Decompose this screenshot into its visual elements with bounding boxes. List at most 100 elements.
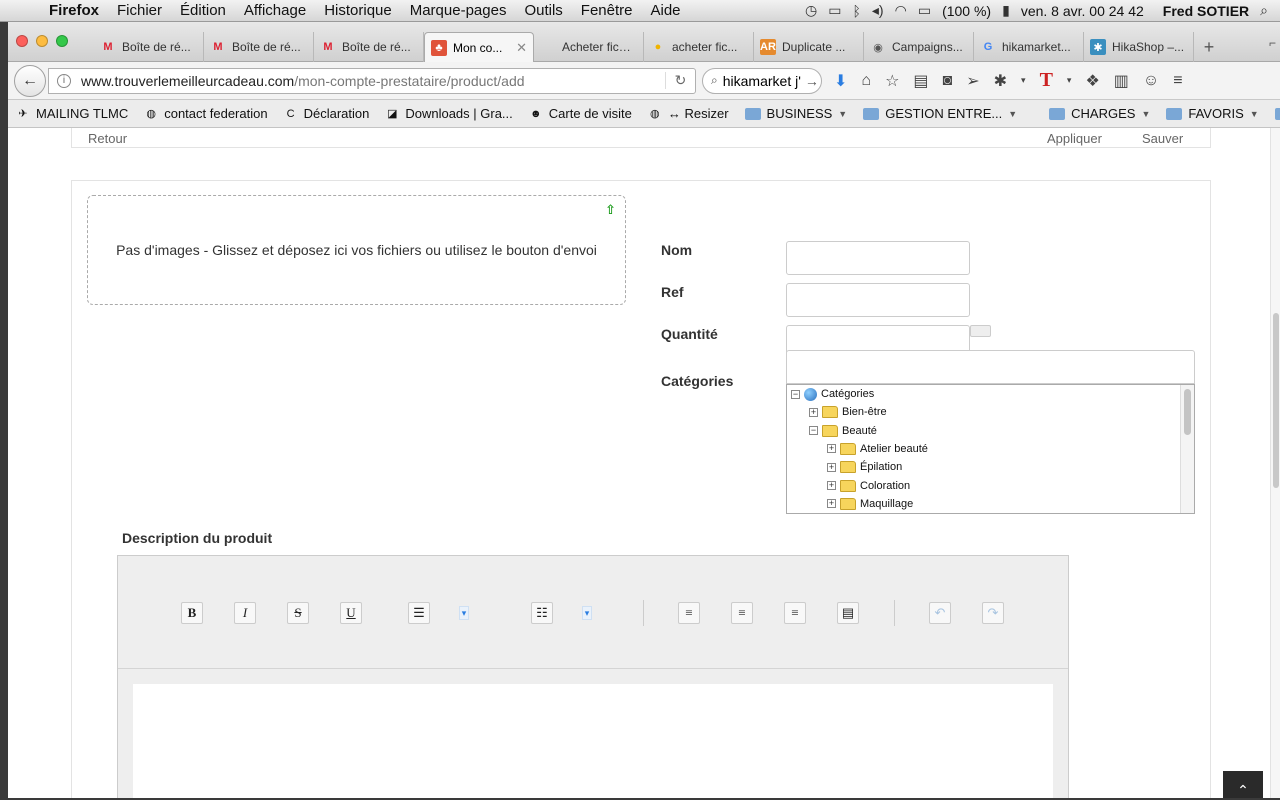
expand-icon[interactable]: + (809, 407, 818, 417)
redo-icon[interactable]: ↷ (982, 602, 1004, 624)
expand-icon[interactable]: + (827, 444, 836, 454)
tree-node[interactable]: + Coloration (827, 477, 910, 495)
collapse-icon[interactable]: − (809, 426, 818, 436)
apply-button[interactable]: Appliquer (1047, 131, 1102, 146)
download-icon[interactable]: ⬇ (834, 71, 847, 91)
browser-tab[interactable]: ♣ Mon co... ✕ (424, 32, 534, 62)
reload-icon[interactable]: ↻ (665, 72, 695, 89)
tree-node[interactable]: − Catégories (791, 385, 874, 403)
ordered-list-icon[interactable]: ☰ (408, 602, 430, 624)
bookmark-folder[interactable]: GESTION ENTRE... ▼ (855, 106, 1025, 121)
reader-icon[interactable]: ▤ (913, 71, 928, 91)
italic-button[interactable]: I (234, 602, 256, 624)
browser-tab[interactable]: Ghikamarket... (974, 32, 1084, 62)
search-bar[interactable]: ⌕ hikamarket j' → (702, 67, 822, 94)
tree-node[interactable]: + Maquillage (827, 495, 913, 513)
display-icon[interactable]: ▭ (828, 2, 841, 19)
browser-tab[interactable]: M Boîte de ré... (314, 32, 424, 62)
zoom-window-button[interactable] (56, 35, 68, 47)
back-button[interactable]: ← (14, 64, 46, 97)
browser-tab[interactable]: ◉ Campaigns... (864, 32, 974, 62)
menu-app-name[interactable]: Firefox (40, 2, 108, 19)
bookmark-folder[interactable]: EMAILS▼ (1267, 106, 1280, 121)
tree-scroll-thumb[interactable] (1184, 389, 1191, 435)
back-link[interactable]: Retour (88, 131, 127, 146)
align-left-icon[interactable]: ≡ (678, 602, 700, 624)
bookmark-item[interactable]: ☻ Carte de visite (521, 106, 640, 121)
menu-outils[interactable]: Outils (515, 2, 571, 19)
menu-fichier[interactable]: Fichier (108, 2, 171, 19)
browser-tab[interactable]: ✱ HikaShop –... (1084, 32, 1194, 62)
bullet-list-icon[interactable]: ☷ (531, 602, 553, 624)
battery-icon[interactable]: ▭ (918, 2, 931, 19)
flag-icon[interactable]: ▮ (1002, 2, 1010, 19)
tree-node[interactable]: − Beauté (809, 422, 877, 440)
tree-node[interactable]: + Atelier beauté (827, 440, 928, 458)
ordered-list-dropdown-icon[interactable]: ▾ (459, 606, 469, 620)
browser-tab[interactable]: ● acheter fic... (644, 32, 754, 62)
bookmark-star-icon[interactable]: ☆ (885, 71, 899, 91)
search-go-icon[interactable]: → (805, 73, 819, 89)
home-icon[interactable]: ⌂ (861, 72, 871, 90)
expand-icon[interactable]: + (827, 462, 836, 472)
bookmark-item[interactable]: ✈ MAILING TLMC (8, 106, 136, 121)
collapse-icon[interactable]: − (791, 389, 800, 399)
quantity-stepper[interactable] (970, 325, 991, 337)
menu-edition[interactable]: Édition (171, 2, 235, 19)
wifi-icon[interactable]: ◠ (895, 2, 907, 19)
expand-icon[interactable]: + (827, 481, 836, 490)
browser-tab[interactable]: AR Duplicate ... (754, 32, 864, 62)
bookmark-item[interactable]: ◍ contact federation (136, 106, 275, 121)
upload-icon[interactable]: ⇧ (605, 202, 619, 217)
bluetooth-icon[interactable]: ᛒ (853, 3, 861, 19)
categories-input[interactable] (786, 350, 1195, 384)
volume-icon[interactable]: ◂) (872, 2, 884, 19)
bullet-list-dropdown-icon[interactable]: ▾ (582, 606, 592, 620)
tree-node[interactable]: + Bien-être (809, 403, 887, 421)
bookmark-item[interactable]: ◪ Downloads | Gra... (377, 106, 520, 121)
browser-tab[interactable]: M Boîte de ré... (94, 32, 204, 62)
image-dropzone[interactable]: ⇧ Pas d'images - Glissez et déposez ici … (87, 195, 626, 305)
extension-dropdown-icon[interactable]: ▾ (1021, 75, 1026, 86)
url-bar[interactable]: i www.trouverlemeilleurcadeau.com /mon-c… (48, 67, 696, 94)
bookmark-item[interactable]: C Déclaration (276, 106, 378, 121)
align-right-icon[interactable]: ≡ (784, 602, 806, 624)
bookmark-item[interactable]: ◍ ↔ Resizer (640, 106, 737, 121)
close-tab-icon[interactable]: ✕ (516, 40, 527, 56)
site-info-icon[interactable]: i (57, 73, 71, 88)
spotlight-icon[interactable]: ⌕ (1260, 2, 1268, 19)
expand-icon[interactable]: + (827, 499, 836, 509)
user-name[interactable]: Fred SOTIER (1163, 3, 1249, 19)
editor-content-area[interactable] (133, 684, 1053, 798)
save-button[interactable]: Sauver (1142, 131, 1183, 146)
bookmark-folder[interactable]: BUSINESS ▼ (737, 106, 856, 121)
text-extension-icon[interactable]: T (1040, 69, 1053, 92)
tab-list-icon[interactable]: ⌐ (1269, 36, 1276, 50)
clock[interactable]: ven. 8 avr. 00 24 42 (1021, 3, 1144, 19)
browser-tab[interactable]: Acheter fichier... (534, 32, 644, 62)
badge-extension-icon[interactable]: ❖ (1085, 71, 1099, 91)
new-tab-button[interactable]: + (1194, 32, 1224, 62)
bold-button[interactable]: B (181, 602, 203, 624)
extension-icon[interactable]: ✱ (994, 71, 1007, 91)
menu-affichage[interactable]: Affichage (235, 2, 315, 19)
ref-input[interactable] (786, 283, 970, 317)
chat-icon[interactable]: ☺ (1143, 72, 1159, 90)
send-icon[interactable]: ➢ (966, 71, 979, 91)
undo-icon[interactable]: ↶ (929, 602, 951, 624)
menu-marque-pages[interactable]: Marque-pages (401, 2, 516, 19)
menu-fenetre[interactable]: Fenêtre (572, 2, 642, 19)
menu-icon[interactable]: ≡ (1173, 72, 1182, 90)
bookmark-folder[interactable]: CHARGES ▼ (1041, 106, 1158, 121)
page-scrollbar[interactable] (1270, 128, 1280, 798)
align-justify-icon[interactable]: ▤ (837, 602, 859, 624)
time-machine-icon[interactable]: ◷ (805, 2, 817, 19)
close-window-button[interactable] (16, 35, 28, 47)
name-input[interactable] (786, 241, 970, 275)
browser-tab[interactable]: M Boîte de ré... (204, 32, 314, 62)
menu-aide[interactable]: Aide (642, 2, 690, 19)
scroll-to-top-icon[interactable]: ⌃ (1223, 771, 1263, 798)
tree-scrollbar[interactable] (1180, 385, 1194, 513)
text-extension-dropdown-icon[interactable]: ▾ (1067, 75, 1072, 86)
underline-button[interactable]: U (340, 602, 362, 624)
